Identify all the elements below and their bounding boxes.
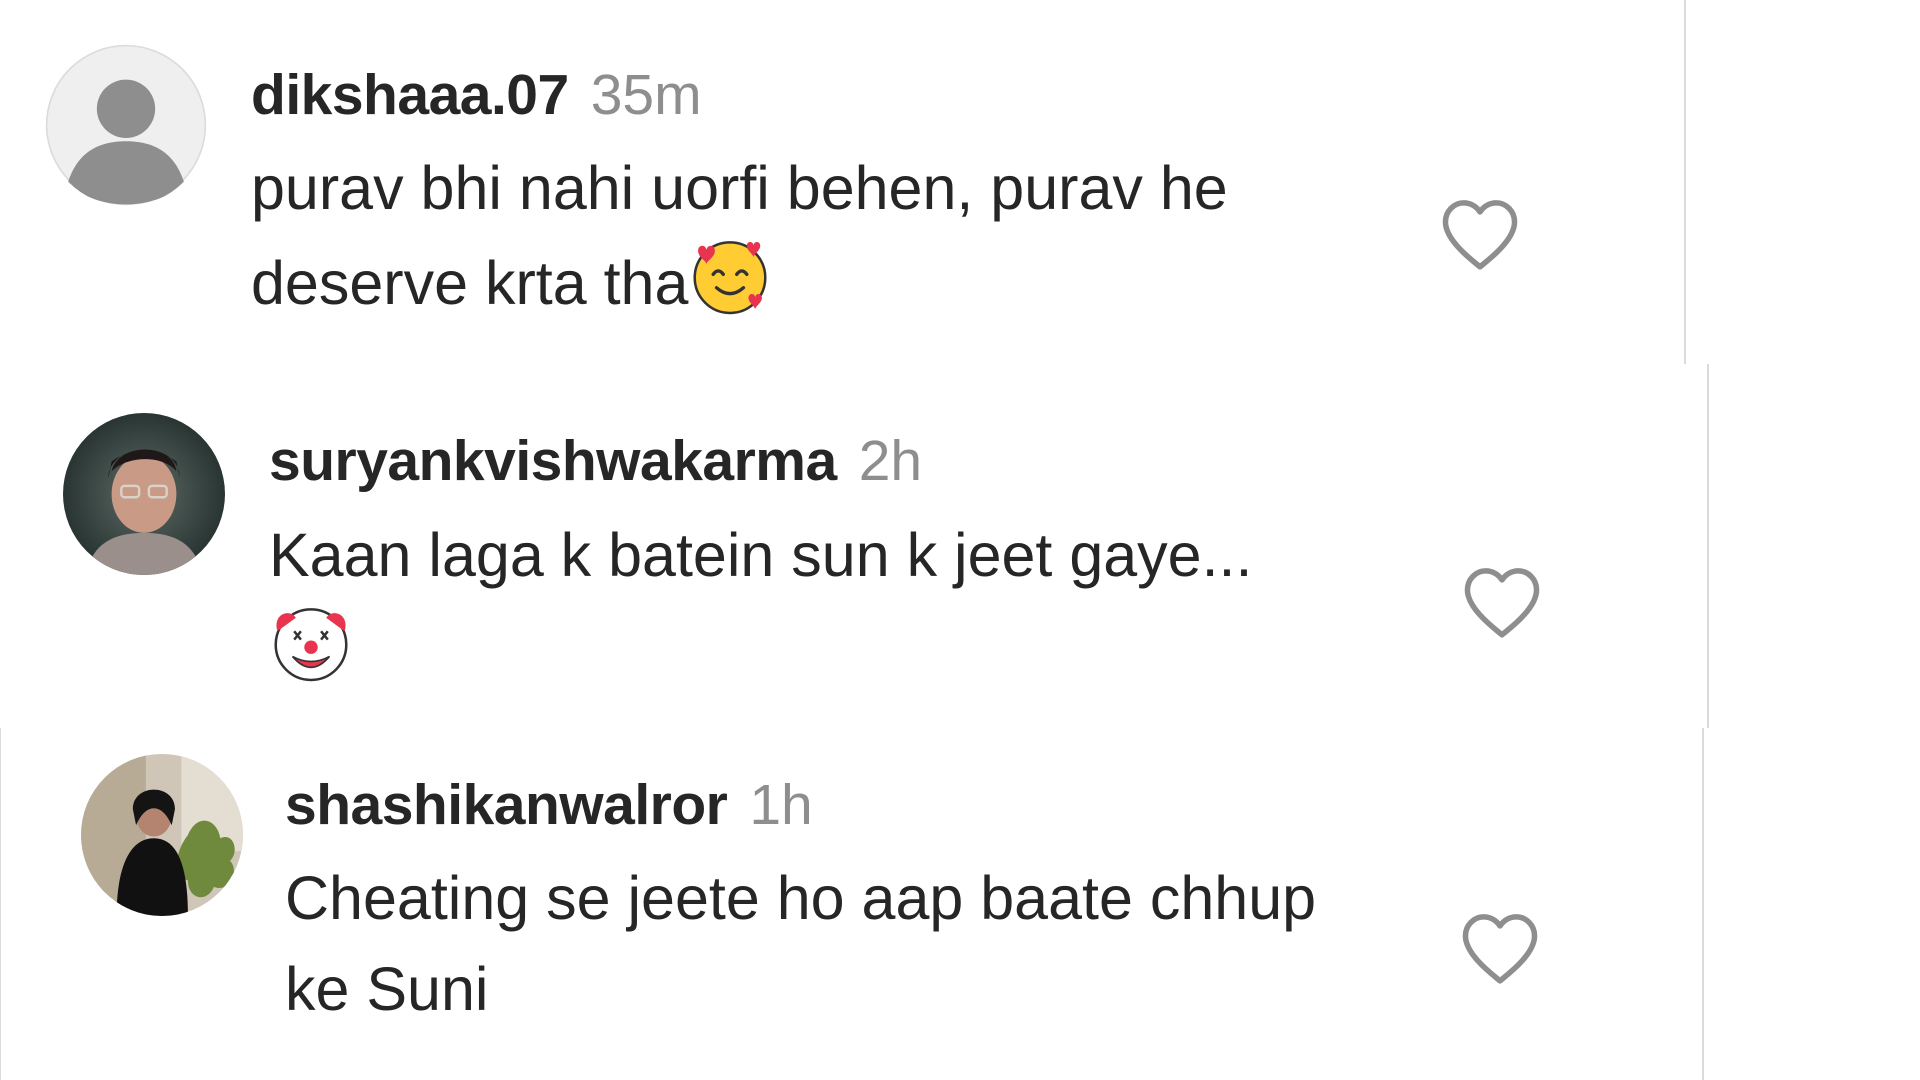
avatar[interactable] [63, 413, 225, 575]
comment-text: purav bhi nahi uorfi behen, purav he des… [251, 154, 1228, 318]
avatar[interactable] [45, 44, 207, 206]
comment-timestamp: 2h [858, 429, 923, 493]
comment-item: dikshaaa.07 35m purav bhi nahi uorfi behe… [0, 0, 1600, 360]
user-photo-avatar-icon [63, 413, 225, 575]
comment-username[interactable]: suryankvishwakarma 2h [269, 428, 922, 494]
like-heart-icon[interactable] [1438, 196, 1522, 272]
panel-divider [1684, 0, 1686, 364]
comment-timestamp: 1h [749, 773, 813, 837]
panel-divider [1707, 364, 1709, 728]
default-user-avatar-icon [45, 44, 207, 206]
comment-timestamp: 35m [590, 63, 702, 127]
comment-item: shashikanwalror 1h Cheating se jeete ho a… [0, 728, 1600, 1080]
comment-item: suryankvishwakarma 2h Kaan laga k batein … [0, 364, 1600, 724]
user-photo-avatar-icon [81, 754, 243, 916]
avatar[interactable] [81, 754, 243, 916]
comment-text: Kaan laga k batein sun k jeet gaye... [269, 510, 1429, 696]
panel-divider [1702, 728, 1704, 1080]
comment-username[interactable]: shashikanwalror 1h [285, 772, 813, 838]
clown-face-icon [269, 601, 353, 685]
comment-username[interactable]: dikshaaa.07 35m [251, 62, 702, 128]
smiling-face-with-hearts-icon [688, 234, 772, 318]
comment-text: Cheating se jeete ho aap baate chhup ke … [285, 864, 1317, 1023]
like-heart-icon[interactable] [1460, 564, 1544, 640]
like-heart-icon[interactable] [1458, 910, 1542, 986]
